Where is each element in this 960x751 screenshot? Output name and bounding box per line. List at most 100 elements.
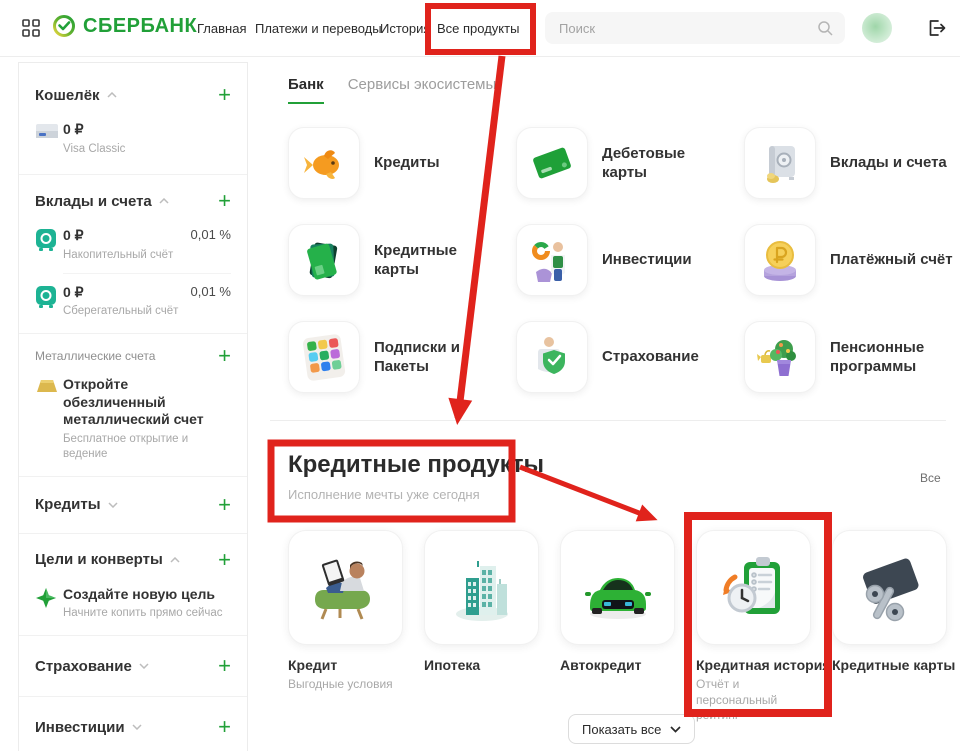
add-credit-button[interactable]: +	[218, 495, 231, 515]
green-car-icon	[578, 548, 658, 628]
section-heading: Кредитные продукты	[288, 451, 544, 479]
account-name: Visa Classic	[63, 142, 231, 157]
user-avatar[interactable]	[862, 13, 892, 43]
chevron-up-icon[interactable]	[107, 92, 117, 98]
chevron-down-icon[interactable]	[108, 502, 118, 508]
promo-subtitle: Бесплатное открытие и ведение	[63, 432, 231, 462]
account-balance: 0 ₽	[63, 284, 185, 302]
safe-icon	[35, 227, 63, 257]
see-all-link[interactable]: Все	[920, 471, 941, 485]
show-all-button[interactable]: Показать все	[568, 714, 695, 744]
goal-title: Создайте новую цель	[63, 586, 231, 604]
product-deposits[interactable]: Вклады и счета	[744, 127, 960, 199]
section-subheading: Исполнение мечты уже сегодня	[288, 487, 544, 502]
deposit-item[interactable]: 0 ₽ Накопительный счёт 0,01 %	[35, 227, 231, 262]
interest-rate: 0,01 %	[191, 227, 231, 242]
metal-account-promo[interactable]: Откройте обезличенный металлический счет…	[35, 376, 231, 461]
debit-card-icon	[528, 139, 576, 187]
chevron-down-icon[interactable]	[139, 663, 149, 669]
accounts-sidebar: Кошелёк + 0 ₽ Visa Classic Вклады и счет…	[18, 62, 248, 751]
gold-ingot-icon	[35, 376, 63, 400]
section-title: Вклады и счета	[35, 193, 152, 210]
section-title: Металлические счета	[35, 349, 155, 363]
logout-icon[interactable]	[926, 18, 946, 43]
top-header: СБЕРБАНК Главная Платежи и переводы Исто…	[0, 0, 960, 57]
safe-icon	[35, 284, 63, 314]
card-mortgage[interactable]: Ипотека	[424, 530, 539, 724]
clipboard-clock-icon	[714, 548, 794, 628]
search-box	[545, 12, 845, 44]
investments-icon	[528, 236, 576, 284]
add-goal-button[interactable]: +	[218, 550, 231, 570]
pension-flowers-icon	[756, 333, 804, 381]
add-wallet-button[interactable]: +	[218, 85, 231, 105]
sidebar-section-goals: Цели и конверты + Создайте новую цель На…	[19, 534, 247, 636]
section-title: Кошелёк	[35, 87, 100, 104]
sidebar-section-wallet: Кошелёк + 0 ₽ Visa Classic	[19, 63, 247, 175]
product-payment-account[interactable]: Платёжный счёт	[744, 224, 960, 296]
sidebar-section-investments: Инвестиции +	[19, 697, 247, 751]
promo-title: Откройте обезличенный металлический счет	[63, 376, 231, 429]
account-name: Сберегательный счёт	[63, 304, 185, 319]
bank-products-grid: Кредиты Дебетовые карты Вклады и счета	[288, 127, 948, 393]
tab-ecosystem-services[interactable]: Сервисы экосистемы	[348, 76, 497, 104]
card-credit[interactable]: Кредит Выгодные условия	[288, 530, 403, 724]
search-input[interactable]	[545, 12, 845, 44]
nav-history[interactable]: История	[380, 21, 430, 36]
product-subscriptions[interactable]: Подписки и Пакеты	[288, 321, 516, 393]
add-investment-button[interactable]: +	[218, 717, 231, 737]
sberbank-logo[interactable]: СБЕРБАНК	[52, 14, 197, 38]
create-goal-item[interactable]: Создайте новую цель Начните копить прямо…	[35, 586, 231, 621]
nav-all-products[interactable]: Все продукты	[437, 21, 519, 36]
section-divider	[270, 420, 946, 421]
add-insurance-button[interactable]: +	[218, 656, 231, 676]
dark-card-percent-icon	[850, 548, 930, 628]
item-divider	[63, 273, 231, 274]
section-title: Кредиты	[35, 496, 101, 513]
account-name: Накопительный счёт	[63, 248, 185, 263]
chevron-down-icon	[670, 726, 681, 733]
deposit-item[interactable]: 0 ₽ Сберегательный счёт 0,01 %	[35, 284, 231, 319]
brand-name: СБЕРБАНК	[83, 15, 197, 38]
product-debit-cards[interactable]: Дебетовые карты	[516, 127, 744, 199]
section-title: Страхование	[35, 658, 132, 675]
card-credit-cards[interactable]: Кредитные карты	[832, 530, 947, 724]
add-metal-account-button[interactable]: +	[218, 346, 231, 366]
main-tabs: Банк Сервисы экосистемы	[288, 76, 496, 104]
add-deposit-button[interactable]: +	[218, 191, 231, 211]
product-pension-programs[interactable]: Пенсионные программы	[744, 321, 960, 393]
nav-home[interactable]: Главная	[197, 21, 246, 36]
sidebar-section-metal-accounts: Металлические счета + Откройте обезличен…	[19, 334, 247, 476]
interest-rate: 0,01 %	[191, 284, 231, 299]
goal-diamond-icon	[35, 586, 63, 614]
chevron-down-icon[interactable]	[132, 724, 142, 730]
credit-cards-icon	[300, 236, 348, 284]
account-balance: 0 ₽	[63, 121, 231, 139]
chevron-up-icon[interactable]	[170, 557, 180, 563]
product-credits[interactable]: Кредиты	[288, 127, 516, 199]
chevron-up-icon[interactable]	[159, 198, 169, 204]
person-laptop-icon	[306, 548, 386, 628]
ruble-coin-icon	[756, 236, 804, 284]
section-title: Цели и конверты	[35, 551, 163, 568]
credit-products-header: Кредитные продукты Исполнение мечты уже …	[288, 451, 544, 502]
subscriptions-icon	[300, 333, 348, 381]
card-auto-loan[interactable]: Автокредит	[560, 530, 675, 724]
sidebar-section-deposits: Вклады и счета + 0 ₽ Накопительный счёт …	[19, 175, 247, 334]
insurance-shield-icon	[528, 333, 576, 381]
nav-payments[interactable]: Платежи и переводы	[255, 21, 382, 36]
search-icon	[817, 20, 833, 41]
card-credit-history[interactable]: Кредитная история Отчёт и персональный р…	[696, 530, 811, 724]
product-insurance[interactable]: Страхование	[516, 321, 744, 393]
bank-card-icon	[35, 121, 63, 145]
account-balance: 0 ₽	[63, 227, 185, 245]
tab-bank[interactable]: Банк	[288, 76, 324, 104]
sidebar-section-credits: Кредиты +	[19, 477, 247, 534]
wallet-card-item[interactable]: 0 ₽ Visa Classic	[35, 121, 231, 156]
sidebar-section-insurance: Страхование +	[19, 636, 247, 697]
building-icon	[442, 548, 522, 628]
grid-menu-icon[interactable]	[22, 19, 40, 42]
product-investments[interactable]: Инвестиции	[516, 224, 744, 296]
product-credit-cards[interactable]: Кредитные карты	[288, 224, 516, 296]
safe-deposit-icon	[756, 139, 804, 187]
